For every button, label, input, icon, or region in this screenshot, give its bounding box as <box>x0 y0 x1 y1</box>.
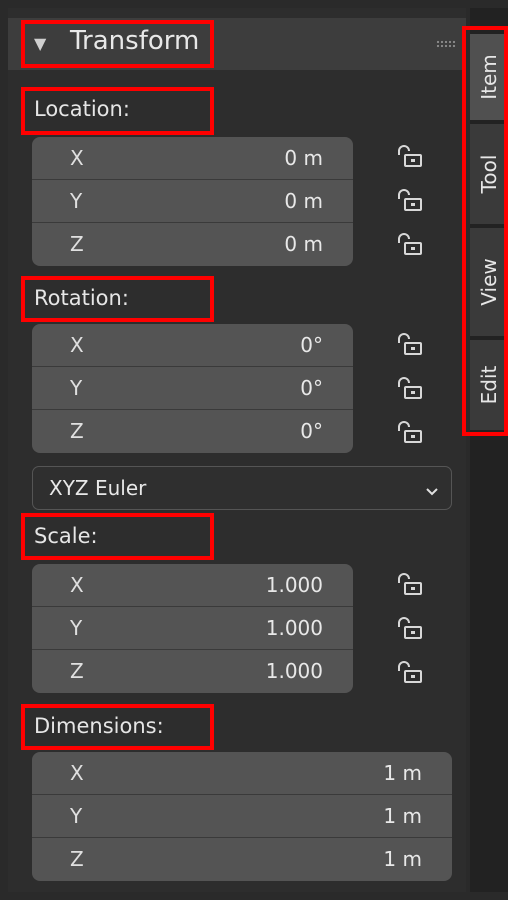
rotation-mode-value: XYZ Euler <box>49 476 147 500</box>
axis-label: X <box>70 573 84 597</box>
scale-y-lock-icon[interactable] <box>395 615 425 641</box>
axis-label: Z <box>70 232 84 256</box>
location-y-field[interactable]: Y 0 m <box>32 180 353 223</box>
axis-label: Z <box>70 847 84 871</box>
scale-y-field[interactable]: Y 1.000 <box>32 607 353 650</box>
axis-label: Y <box>70 616 83 640</box>
rotation-x-field[interactable]: X 0° <box>32 324 353 367</box>
tab-tool-label: Tool <box>477 154 501 194</box>
scale-z-lock-icon[interactable] <box>395 659 425 685</box>
rotation-y-lock-icon[interactable] <box>395 375 425 401</box>
field-value: 1 m <box>383 847 422 871</box>
location-z-field[interactable]: Z 0 m <box>32 223 353 266</box>
location-y-lock-icon[interactable] <box>395 187 425 213</box>
axis-label: Y <box>70 804 83 828</box>
tab-edit[interactable]: Edit <box>470 340 508 430</box>
rotation-y-field[interactable]: Y 0° <box>32 367 353 410</box>
axis-label: X <box>70 761 84 785</box>
dimensions-y-field[interactable]: Y 1 m <box>32 795 452 838</box>
field-value: 0 m <box>284 189 323 213</box>
field-value: 1 m <box>383 804 422 828</box>
axis-label: Z <box>70 659 84 683</box>
field-value: 1.000 <box>265 659 323 683</box>
tab-view[interactable]: View <box>470 228 508 336</box>
rotation-label: Rotation: <box>34 286 129 310</box>
field-value: 0 m <box>284 232 323 256</box>
dimensions-x-field[interactable]: X 1 m <box>32 752 452 795</box>
axis-label: Y <box>70 189 83 213</box>
rotation-x-lock-icon[interactable] <box>395 331 425 357</box>
dimensions-label: Dimensions: <box>34 714 164 738</box>
tab-edit-label: Edit <box>477 365 501 405</box>
scale-x-lock-icon[interactable] <box>395 571 425 597</box>
axis-label: Y <box>70 376 83 400</box>
tab-view-label: View <box>477 258 501 306</box>
axis-label: X <box>70 333 84 357</box>
location-x-field[interactable]: X 0 m <box>32 137 353 180</box>
drag-grip-icon[interactable] <box>436 40 456 48</box>
scale-x-field[interactable]: X 1.000 <box>32 564 353 607</box>
dimensions-z-field[interactable]: Z 1 m <box>32 838 452 881</box>
collapse-triangle-icon[interactable]: ▼ <box>34 34 46 53</box>
scale-z-field[interactable]: Z 1.000 <box>32 650 353 693</box>
field-value: 0° <box>300 419 323 443</box>
tab-item-label: Item <box>477 54 501 100</box>
transform-panel-header[interactable]: ▼ Transform <box>8 18 466 70</box>
field-value: 0 m <box>284 146 323 170</box>
rotation-z-field[interactable]: Z 0° <box>32 410 353 453</box>
field-value: 1.000 <box>265 573 323 597</box>
location-x-lock-icon[interactable] <box>395 143 425 169</box>
location-label: Location: <box>34 97 130 121</box>
scale-label: Scale: <box>34 524 98 548</box>
field-value: 0° <box>300 333 323 357</box>
field-value: 1 m <box>383 761 422 785</box>
rotation-z-lock-icon[interactable] <box>395 419 425 445</box>
field-value: 0° <box>300 376 323 400</box>
location-z-lock-icon[interactable] <box>395 231 425 257</box>
rotation-mode-select[interactable]: XYZ Euler <box>32 466 452 510</box>
panel-title: Transform <box>70 26 200 56</box>
tab-item[interactable]: Item <box>470 34 508 120</box>
tab-tool[interactable]: Tool <box>470 124 508 224</box>
axis-label: X <box>70 146 84 170</box>
axis-label: Z <box>70 419 84 443</box>
chevron-down-icon <box>425 482 439 501</box>
field-value: 1.000 <box>265 616 323 640</box>
